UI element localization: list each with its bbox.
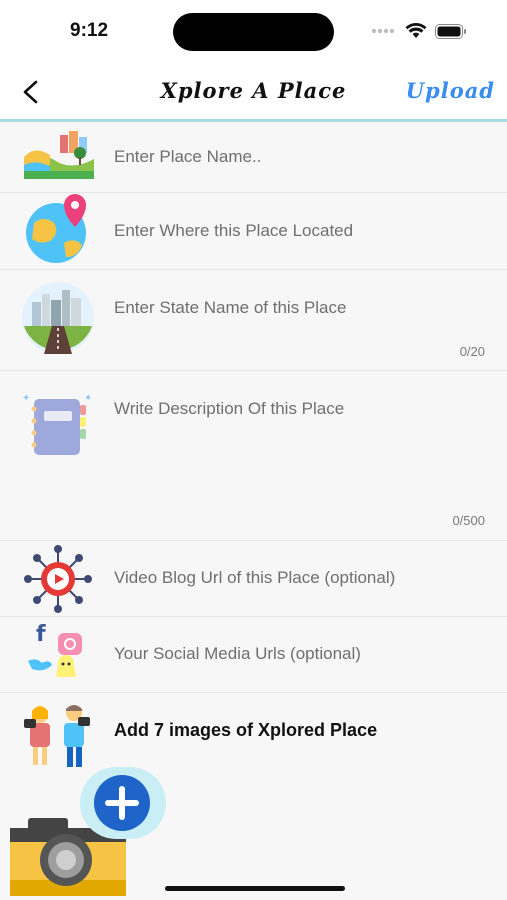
add-images-label: Add 7 images of Xplored Place: [114, 720, 378, 740]
state-field[interactable]: Enter State Name of this Place 0/20: [0, 270, 507, 371]
video-blog-input[interactable]: Video Blog Url of this Place (optional): [114, 568, 395, 588]
wifi-icon: [405, 23, 427, 38]
city-road-icon: [22, 282, 94, 354]
state-char-counter: 0/20: [459, 344, 485, 359]
add-button-circle: [94, 775, 150, 831]
status-bar: 9:12: [0, 0, 507, 62]
nav-bar: Xplore A Place Upload: [0, 62, 507, 122]
description-input[interactable]: Write Description Of this Place: [114, 399, 344, 419]
social-media-input[interactable]: Your Social Media Urls (optional): [114, 644, 361, 664]
video-blog-field[interactable]: Video Blog Url of this Place (optional): [0, 541, 507, 617]
svg-text:f: f: [36, 622, 46, 647]
dynamic-island: [173, 13, 334, 51]
travelers-icon: [24, 705, 90, 767]
notebook-icon: ✦ ✦: [22, 393, 92, 455]
home-indicator: [165, 886, 345, 891]
place-name-field[interactable]: Enter Place Name..: [0, 125, 507, 193]
status-time: 9:12: [70, 20, 109, 41]
status-icons: [371, 23, 467, 39]
place-name-input[interactable]: Enter Place Name..: [114, 147, 261, 167]
video-network-icon: [24, 545, 92, 613]
add-image-button[interactable]: [80, 767, 166, 839]
svg-text:✦: ✦: [84, 393, 92, 404]
social-media-icon: f: [28, 622, 82, 677]
upload-button[interactable]: Upload: [406, 78, 495, 103]
description-char-counter: 0/500: [452, 513, 485, 528]
landscape-icon: [24, 131, 94, 179]
plus-icon: [105, 786, 139, 820]
signal-icon: [371, 28, 395, 34]
location-input[interactable]: Enter Where this Place Located: [114, 221, 353, 241]
add-images-row[interactable]: Add 7 images of Xplored Place: [0, 693, 507, 769]
globe-pin-icon: [26, 194, 86, 263]
state-input[interactable]: Enter State Name of this Place: [114, 298, 346, 318]
description-field[interactable]: ✦ ✦ Write Description Of this Place 0/50…: [0, 371, 507, 541]
place-form: Enter Place Name.. Enter Where this Plac…: [0, 125, 507, 769]
svg-text:✦: ✦: [22, 393, 30, 404]
social-media-field[interactable]: f Your Social Media Urls (optional): [0, 617, 507, 693]
battery-icon: [435, 23, 466, 39]
location-field[interactable]: Enter Where this Place Located: [0, 193, 507, 270]
